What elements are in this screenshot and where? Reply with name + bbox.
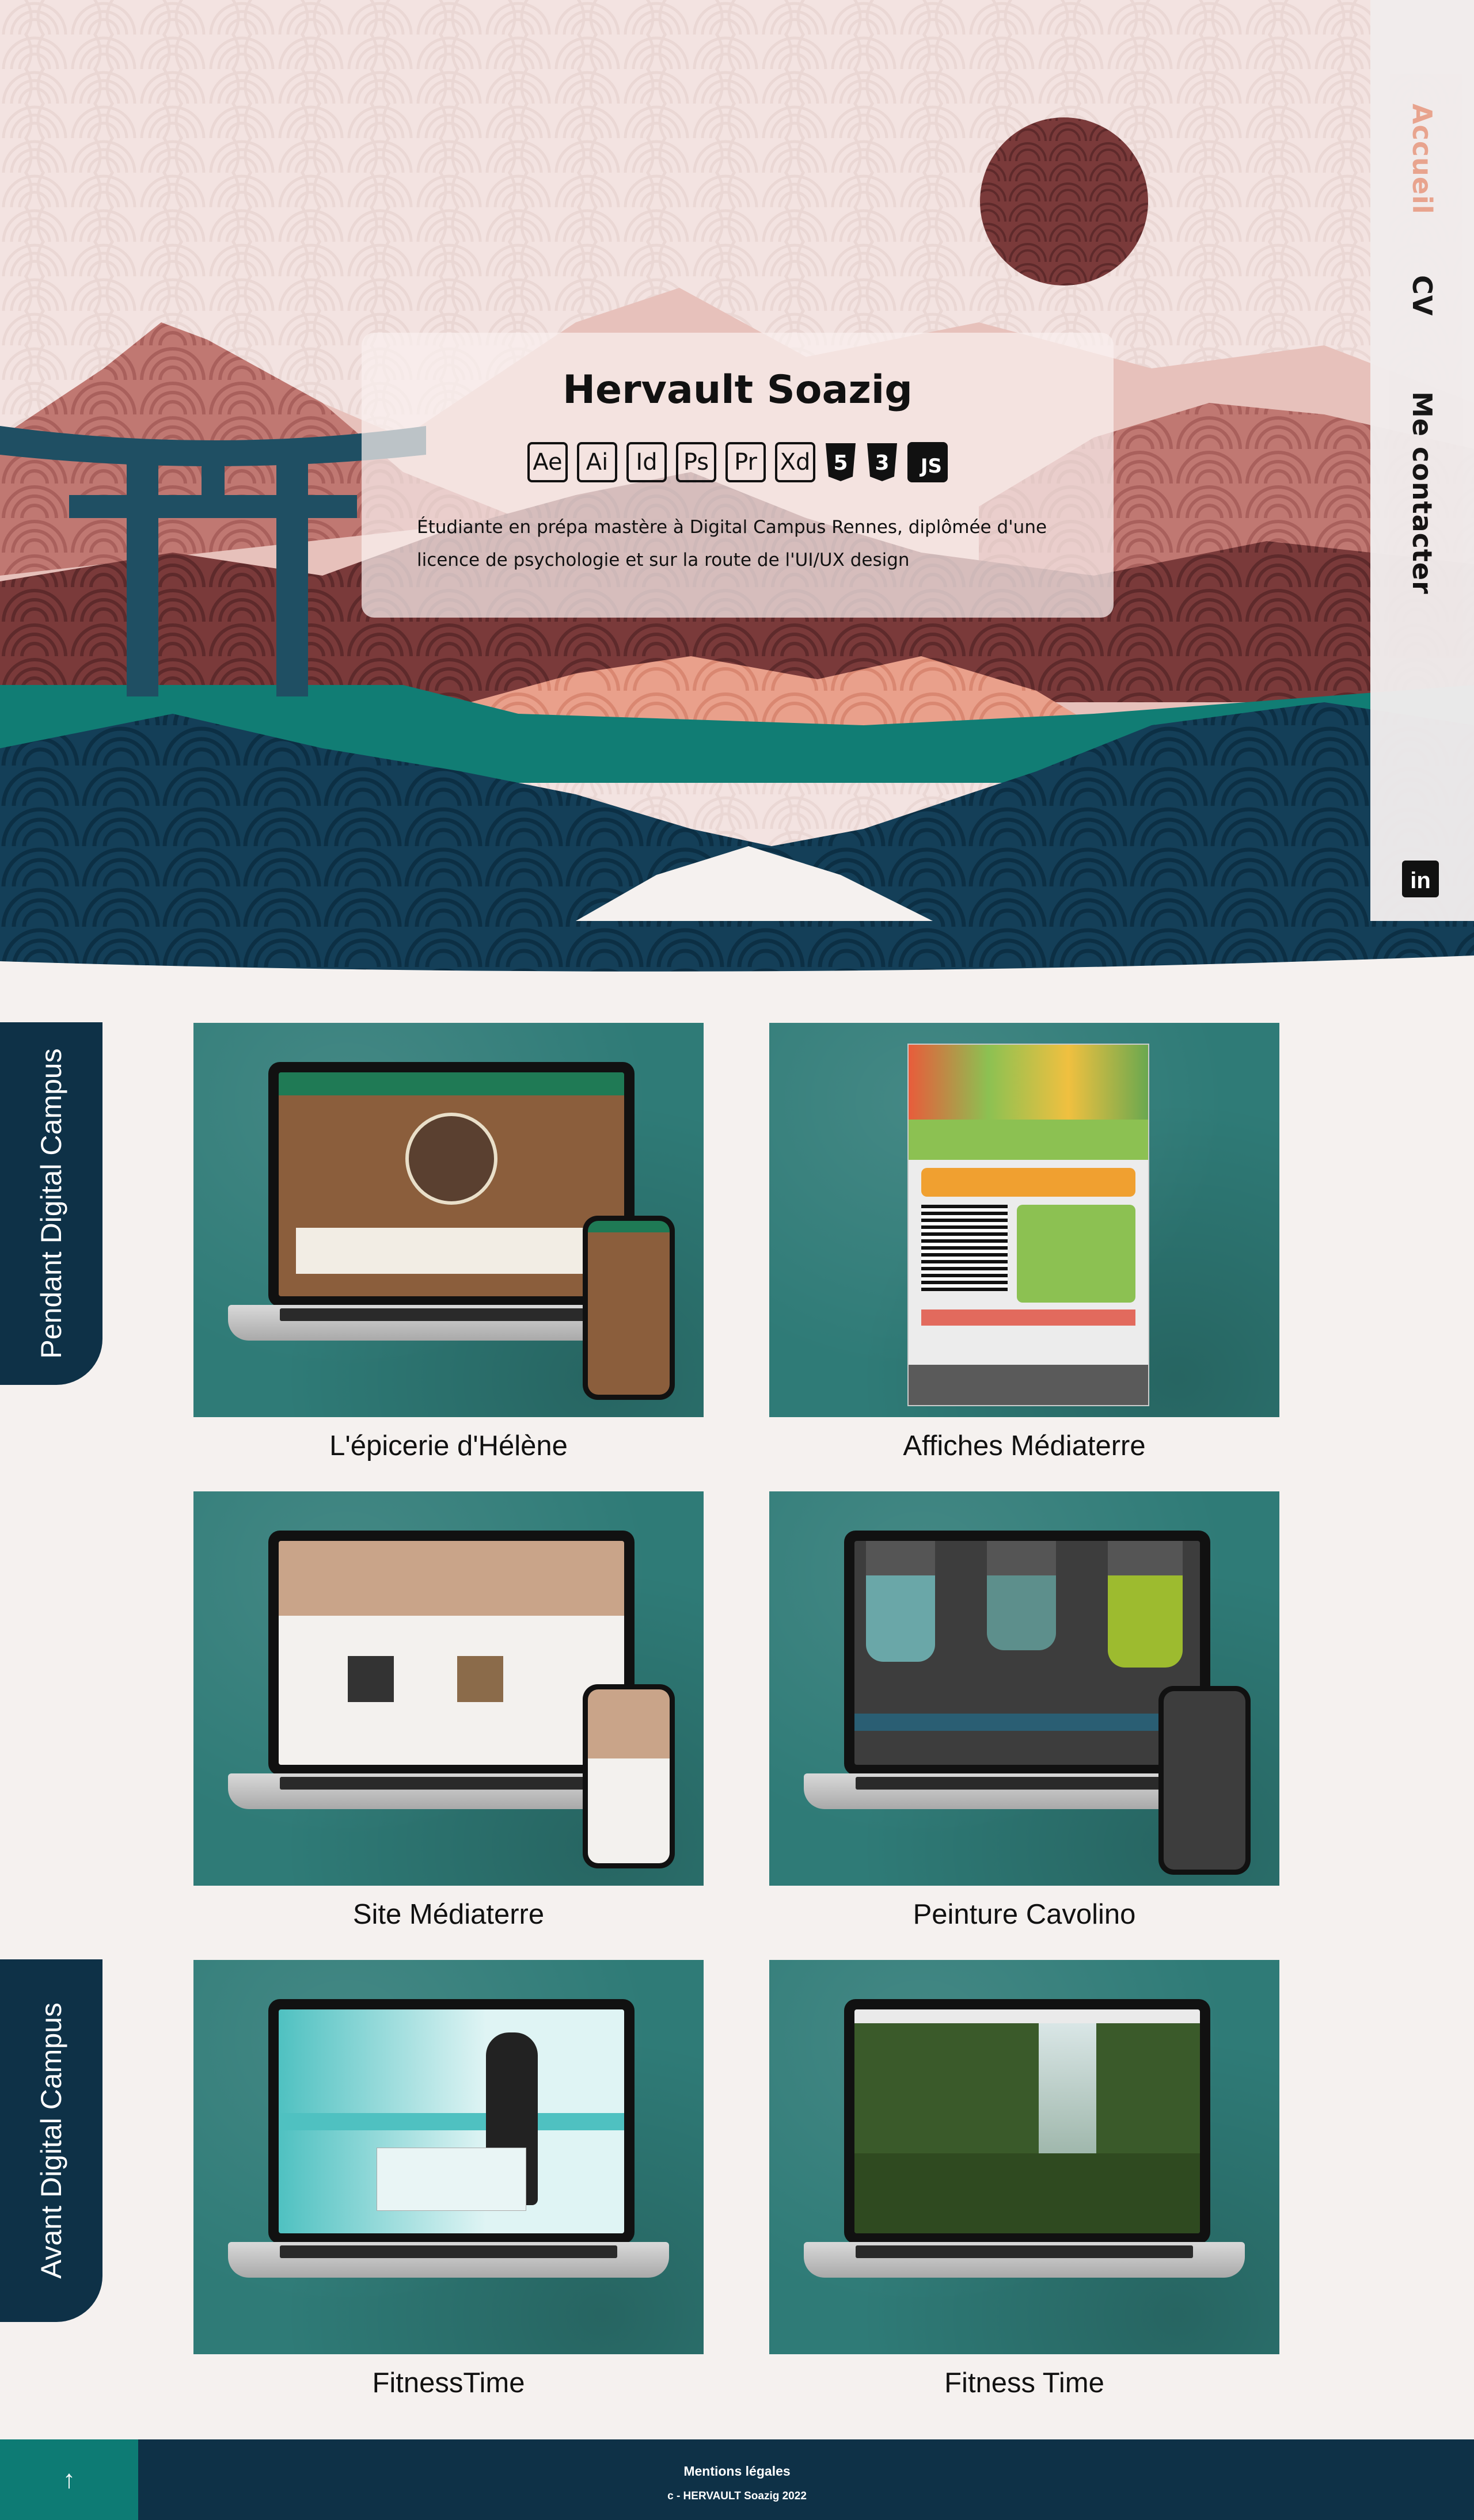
- project-card-epicerie[interactable]: L'épicerie d'Hélène: [193, 1023, 704, 1462]
- page-title: Hervault Soazig: [563, 367, 913, 413]
- project-title: Fitness Time: [944, 2367, 1104, 2399]
- project-image: [193, 1023, 704, 1417]
- footer-copyright: c - HERVAULT Soazig 2022: [667, 2490, 807, 2502]
- css3-icon: 3: [866, 442, 898, 482]
- html5-icon: 5: [825, 442, 857, 482]
- illustrator-icon: Ai: [577, 442, 617, 482]
- hero-banner: Accueil CV Me contacter in Hervault Soaz…: [0, 0, 1474, 973]
- svg-text:5: 5: [833, 451, 848, 475]
- skill-badges: Ae Ai Id Ps Pr Xd 5 3 JS: [362, 442, 1114, 482]
- premiere-icon: Pr: [725, 442, 766, 482]
- project-title: Peinture Cavolino: [913, 1899, 1136, 1930]
- footer: ↑ Mentions légales c - HERVAULT Soazig 2…: [0, 2439, 1474, 2520]
- project-title: Site Médiaterre: [352, 1899, 545, 1930]
- project-image: [769, 1960, 1279, 2354]
- project-image: [193, 1491, 704, 1886]
- vertical-navbar: Accueil CV Me contacter: [1370, 0, 1474, 921]
- nav-item-accueil[interactable]: Accueil: [1407, 104, 1438, 215]
- xd-icon: Xd: [775, 442, 815, 482]
- project-card-fitnesstime[interactable]: FitnessTime: [193, 1960, 704, 2399]
- project-title: L'épicerie d'Hélène: [329, 1430, 568, 1461]
- section-tab-avant[interactable]: Avant Digital Campus: [0, 1959, 102, 2322]
- project-title: Affiches Médiaterre: [903, 1430, 1146, 1461]
- project-image: [193, 1960, 704, 2354]
- svg-text:3: 3: [875, 451, 889, 475]
- arrow-up-icon: ↑: [63, 2465, 75, 2494]
- photoshop-icon: Ps: [676, 442, 716, 482]
- project-card-affiches[interactable]: Affiches Médiaterre: [769, 1023, 1279, 1462]
- footer-legal-link[interactable]: Mentions légales: [683, 2464, 790, 2479]
- back-to-top-button[interactable]: ↑: [0, 2439, 138, 2520]
- indesign-icon: Id: [626, 442, 667, 482]
- nav-item-contact[interactable]: Me contacter: [1407, 391, 1438, 595]
- after-effects-icon: Ae: [527, 442, 568, 482]
- nav-item-cv[interactable]: CV: [1407, 275, 1438, 316]
- project-image: [769, 1491, 1279, 1886]
- intro-description: Étudiante en prépa mastère à Digital Cam…: [417, 517, 1047, 570]
- javascript-icon: JS: [907, 442, 948, 482]
- project-card-cavolino[interactable]: Peinture Cavolino: [769, 1491, 1279, 1931]
- intro-card: Hervault Soazig Ae Ai Id Ps Pr Xd 5 3 JS…: [362, 333, 1114, 618]
- project-title: FitnessTime: [372, 2367, 525, 2399]
- linkedin-icon[interactable]: in: [1402, 861, 1439, 897]
- project-card-fitness-time[interactable]: Fitness Time: [769, 1960, 1279, 2399]
- project-card-site-mediaterre[interactable]: Site Médiaterre: [193, 1491, 704, 1931]
- project-image: [769, 1023, 1279, 1417]
- section-tab-pendant[interactable]: Pendant Digital Campus: [0, 1022, 102, 1385]
